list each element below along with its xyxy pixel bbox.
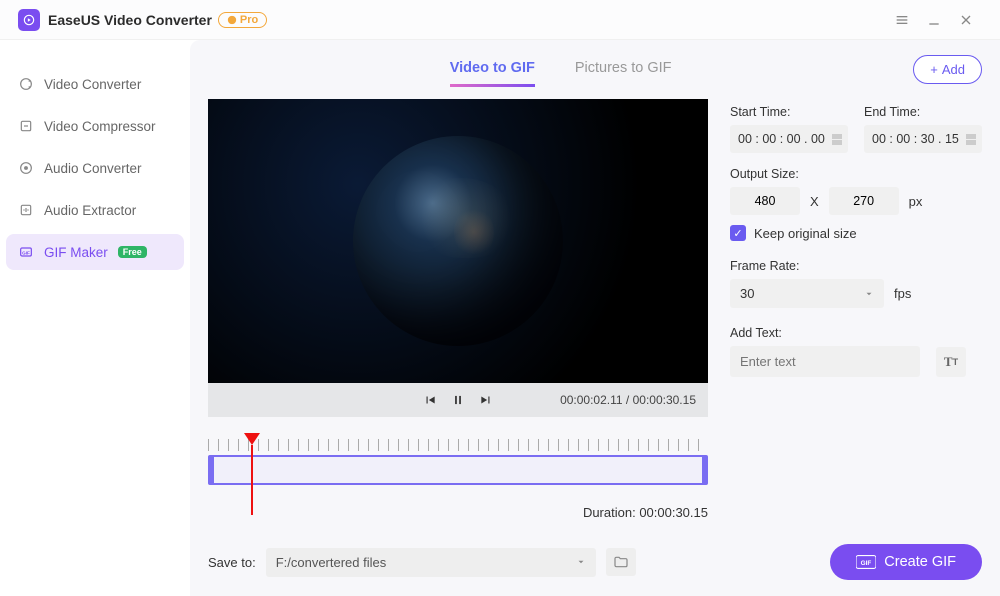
x-separator: X: [810, 194, 819, 209]
gif-icon: GIF: [856, 555, 876, 569]
sidebar-item-video-compressor[interactable]: Video Compressor: [6, 108, 184, 144]
sidebar-item-label: Audio Converter: [44, 161, 142, 176]
pro-badge: Pro: [218, 12, 267, 28]
add-text-label: Add Text:: [730, 326, 982, 340]
sidebar-item-video-converter[interactable]: Video Converter: [6, 66, 184, 102]
text-style-button[interactable]: TT: [936, 347, 966, 377]
save-path-select[interactable]: F:/convertered files: [266, 548, 596, 577]
start-time-label: Start Time:: [730, 105, 848, 119]
trim-handle-left[interactable]: [208, 455, 214, 485]
frame-rate-select[interactable]: 30: [730, 279, 884, 308]
next-button[interactable]: [472, 386, 500, 414]
add-text-input[interactable]: [730, 346, 920, 377]
sidebar-item-gif-maker[interactable]: GIF GIF Maker Free: [6, 234, 184, 270]
frame-rate-value: 30: [740, 286, 754, 301]
playhead[interactable]: [244, 433, 260, 445]
duration-display: Duration: 00:00:30.15: [208, 505, 708, 520]
free-badge: Free: [118, 246, 147, 258]
create-gif-button[interactable]: GIF Create GIF: [830, 544, 982, 580]
close-button[interactable]: [950, 4, 982, 36]
time-display: 00:00:02.11 / 00:00:30.15: [560, 393, 696, 407]
sidebar-item-audio-converter[interactable]: Audio Converter: [6, 150, 184, 186]
fps-label: fps: [894, 286, 911, 301]
sidebar-item-label: Audio Extractor: [44, 203, 136, 218]
output-width-input[interactable]: [730, 187, 800, 215]
keep-original-label: Keep original size: [754, 226, 857, 241]
sidebar-item-label: GIF Maker: [44, 245, 108, 260]
sidebar-item-label: Video Compressor: [44, 119, 156, 134]
output-height-input[interactable]: [829, 187, 899, 215]
prev-button[interactable]: [416, 386, 444, 414]
spinner-icon[interactable]: [966, 134, 976, 145]
app-logo: [18, 9, 40, 31]
output-size-label: Output Size:: [730, 167, 982, 181]
tab-video-to-gif[interactable]: Video to GIF: [450, 52, 535, 87]
main-panel: Video to GIF Pictures to GIF + Add: [190, 40, 1000, 596]
footer: Save to: F:/convertered files GIF Create…: [208, 532, 982, 596]
preview-image: [353, 136, 563, 346]
px-label: px: [909, 194, 923, 209]
title-bar: EaseUS Video Converter Pro: [0, 0, 1000, 40]
timeline-ruler: [208, 439, 708, 451]
audio-extractor-icon: [18, 202, 34, 218]
gif-maker-icon: GIF: [18, 244, 34, 260]
app-title: EaseUS Video Converter: [48, 12, 212, 28]
end-time-label: End Time:: [864, 105, 982, 119]
add-button-label: Add: [942, 62, 965, 77]
trim-handle-right[interactable]: [702, 455, 708, 485]
video-preview[interactable]: [208, 99, 708, 383]
minimize-button[interactable]: [918, 4, 950, 36]
video-player: 00:00:02.11 / 00:00:30.15: [208, 99, 708, 417]
svg-text:GIF: GIF: [861, 560, 872, 567]
spinner-icon[interactable]: [832, 134, 842, 145]
tab-pictures-to-gif[interactable]: Pictures to GIF: [575, 52, 672, 87]
sidebar: Video Converter Video Compressor Audio C…: [0, 40, 190, 596]
folder-icon: [613, 554, 629, 570]
pro-badge-label: Pro: [240, 14, 258, 26]
video-converter-icon: [18, 76, 34, 92]
tabs: Video to GIF Pictures to GIF: [450, 52, 672, 87]
checkbox-checked-icon: ✓: [730, 225, 746, 241]
menu-button[interactable]: [886, 4, 918, 36]
chevron-down-icon: [576, 557, 586, 567]
sidebar-item-audio-extractor[interactable]: Audio Extractor: [6, 192, 184, 228]
total-time: 00:00:30.15: [633, 393, 696, 407]
save-path-value: F:/convertered files: [276, 555, 387, 570]
star-icon: [227, 15, 237, 25]
audio-converter-icon: [18, 160, 34, 176]
start-time-input[interactable]: 00 : 00 : 00 . 00: [730, 125, 848, 153]
create-gif-label: Create GIF: [884, 554, 956, 570]
video-compressor-icon: [18, 118, 34, 134]
current-time: 00:00:02.11: [560, 393, 623, 407]
timeline[interactable]: [208, 439, 708, 495]
pause-button[interactable]: [444, 386, 472, 414]
player-controls: 00:00:02.11 / 00:00:30.15: [208, 383, 708, 417]
frame-rate-label: Frame Rate:: [730, 259, 982, 273]
chevron-down-icon: [864, 289, 874, 299]
plus-icon: +: [930, 62, 938, 77]
browse-folder-button[interactable]: [606, 548, 636, 576]
svg-text:GIF: GIF: [22, 251, 30, 256]
keep-original-checkbox[interactable]: ✓ Keep original size: [730, 225, 982, 241]
trim-range[interactable]: [208, 455, 708, 485]
add-button[interactable]: + Add: [913, 55, 982, 84]
sidebar-item-label: Video Converter: [44, 77, 141, 92]
save-to-label: Save to:: [208, 555, 256, 570]
end-time-input[interactable]: 00 : 00 : 30 . 15: [864, 125, 982, 153]
options-panel: Start Time: 00 : 00 : 00 . 00 End Time: …: [730, 99, 982, 532]
